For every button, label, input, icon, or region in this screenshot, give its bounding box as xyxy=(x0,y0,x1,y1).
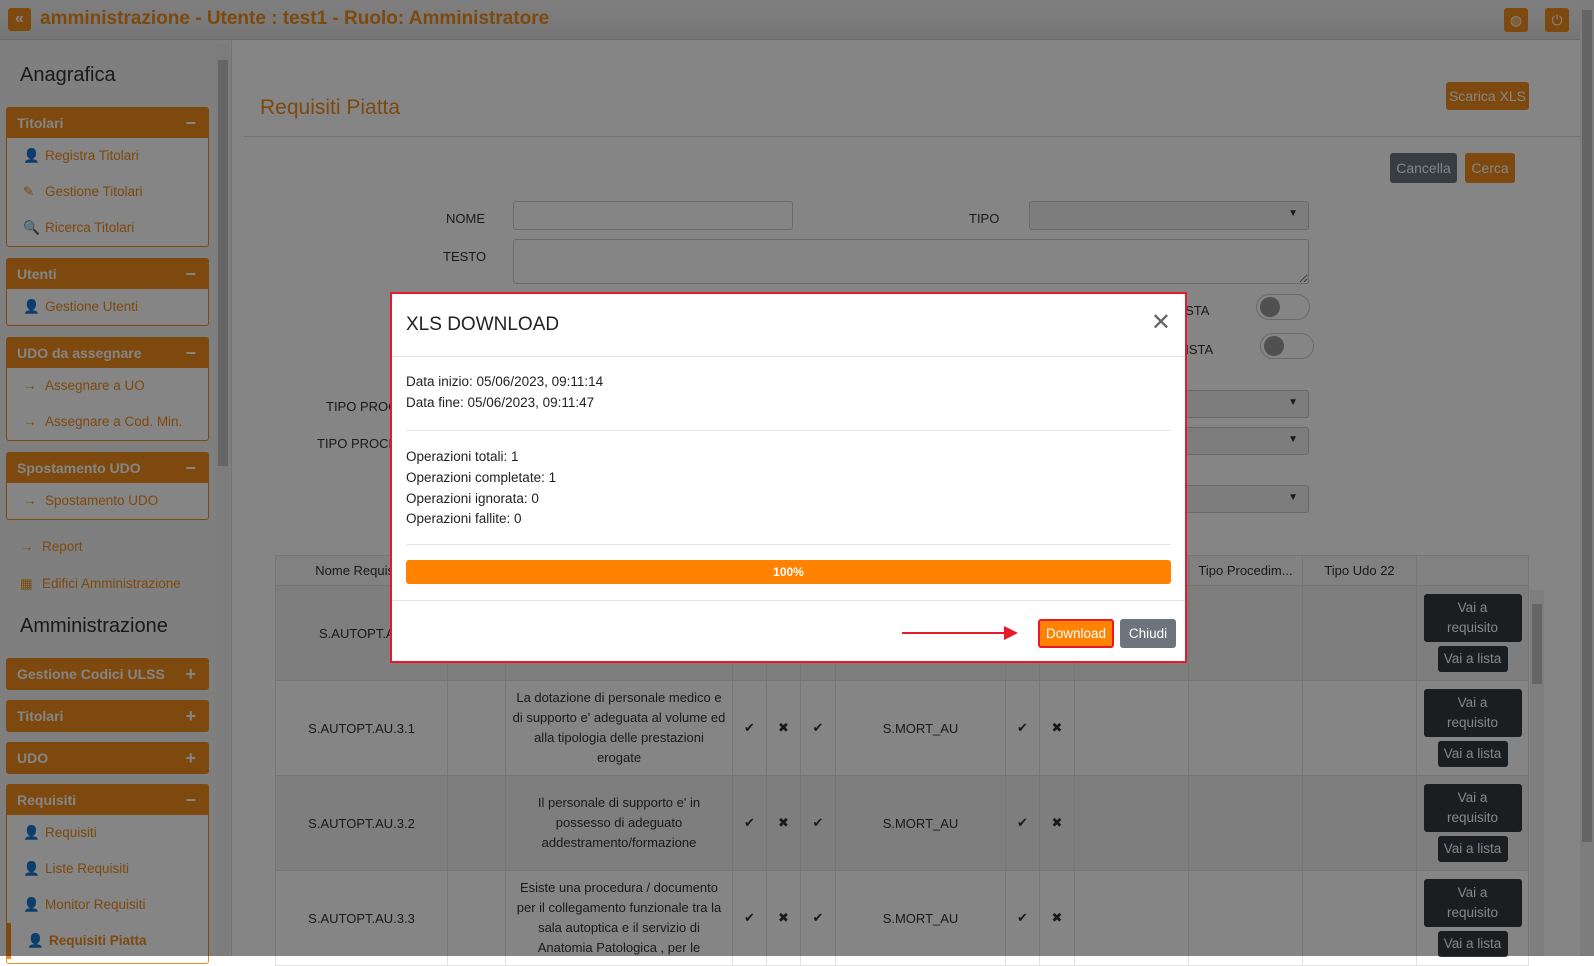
annotation-arrow xyxy=(902,632,1010,634)
divider xyxy=(392,356,1185,357)
xls-download-modal: XLS DOWNLOAD ✕ Data inizio: 05/06/2023, … xyxy=(390,292,1187,663)
divider xyxy=(406,430,1171,431)
close-button[interactable]: Chiudi xyxy=(1120,619,1176,648)
modal-title: XLS DOWNLOAD xyxy=(406,314,560,335)
divider xyxy=(406,544,1171,545)
ignored-ops: Operazioni ignorata: 0 xyxy=(406,491,539,506)
close-icon[interactable]: ✕ xyxy=(1151,308,1171,337)
completed-ops: Operazioni completate: 1 xyxy=(406,470,557,485)
download-button[interactable]: Download xyxy=(1038,619,1114,648)
end-date: Data fine: 05/06/2023, 09:11:47 xyxy=(406,395,595,410)
start-date: Data inizio: 05/06/2023, 09:11:14 xyxy=(406,374,604,389)
progress-bar: 100% xyxy=(406,560,1171,584)
annotation-arrowhead xyxy=(1004,626,1018,640)
failed-ops: Operazioni fallite: 0 xyxy=(406,511,522,526)
total-ops: Operazioni totali: 1 xyxy=(406,449,519,464)
divider xyxy=(392,600,1185,601)
